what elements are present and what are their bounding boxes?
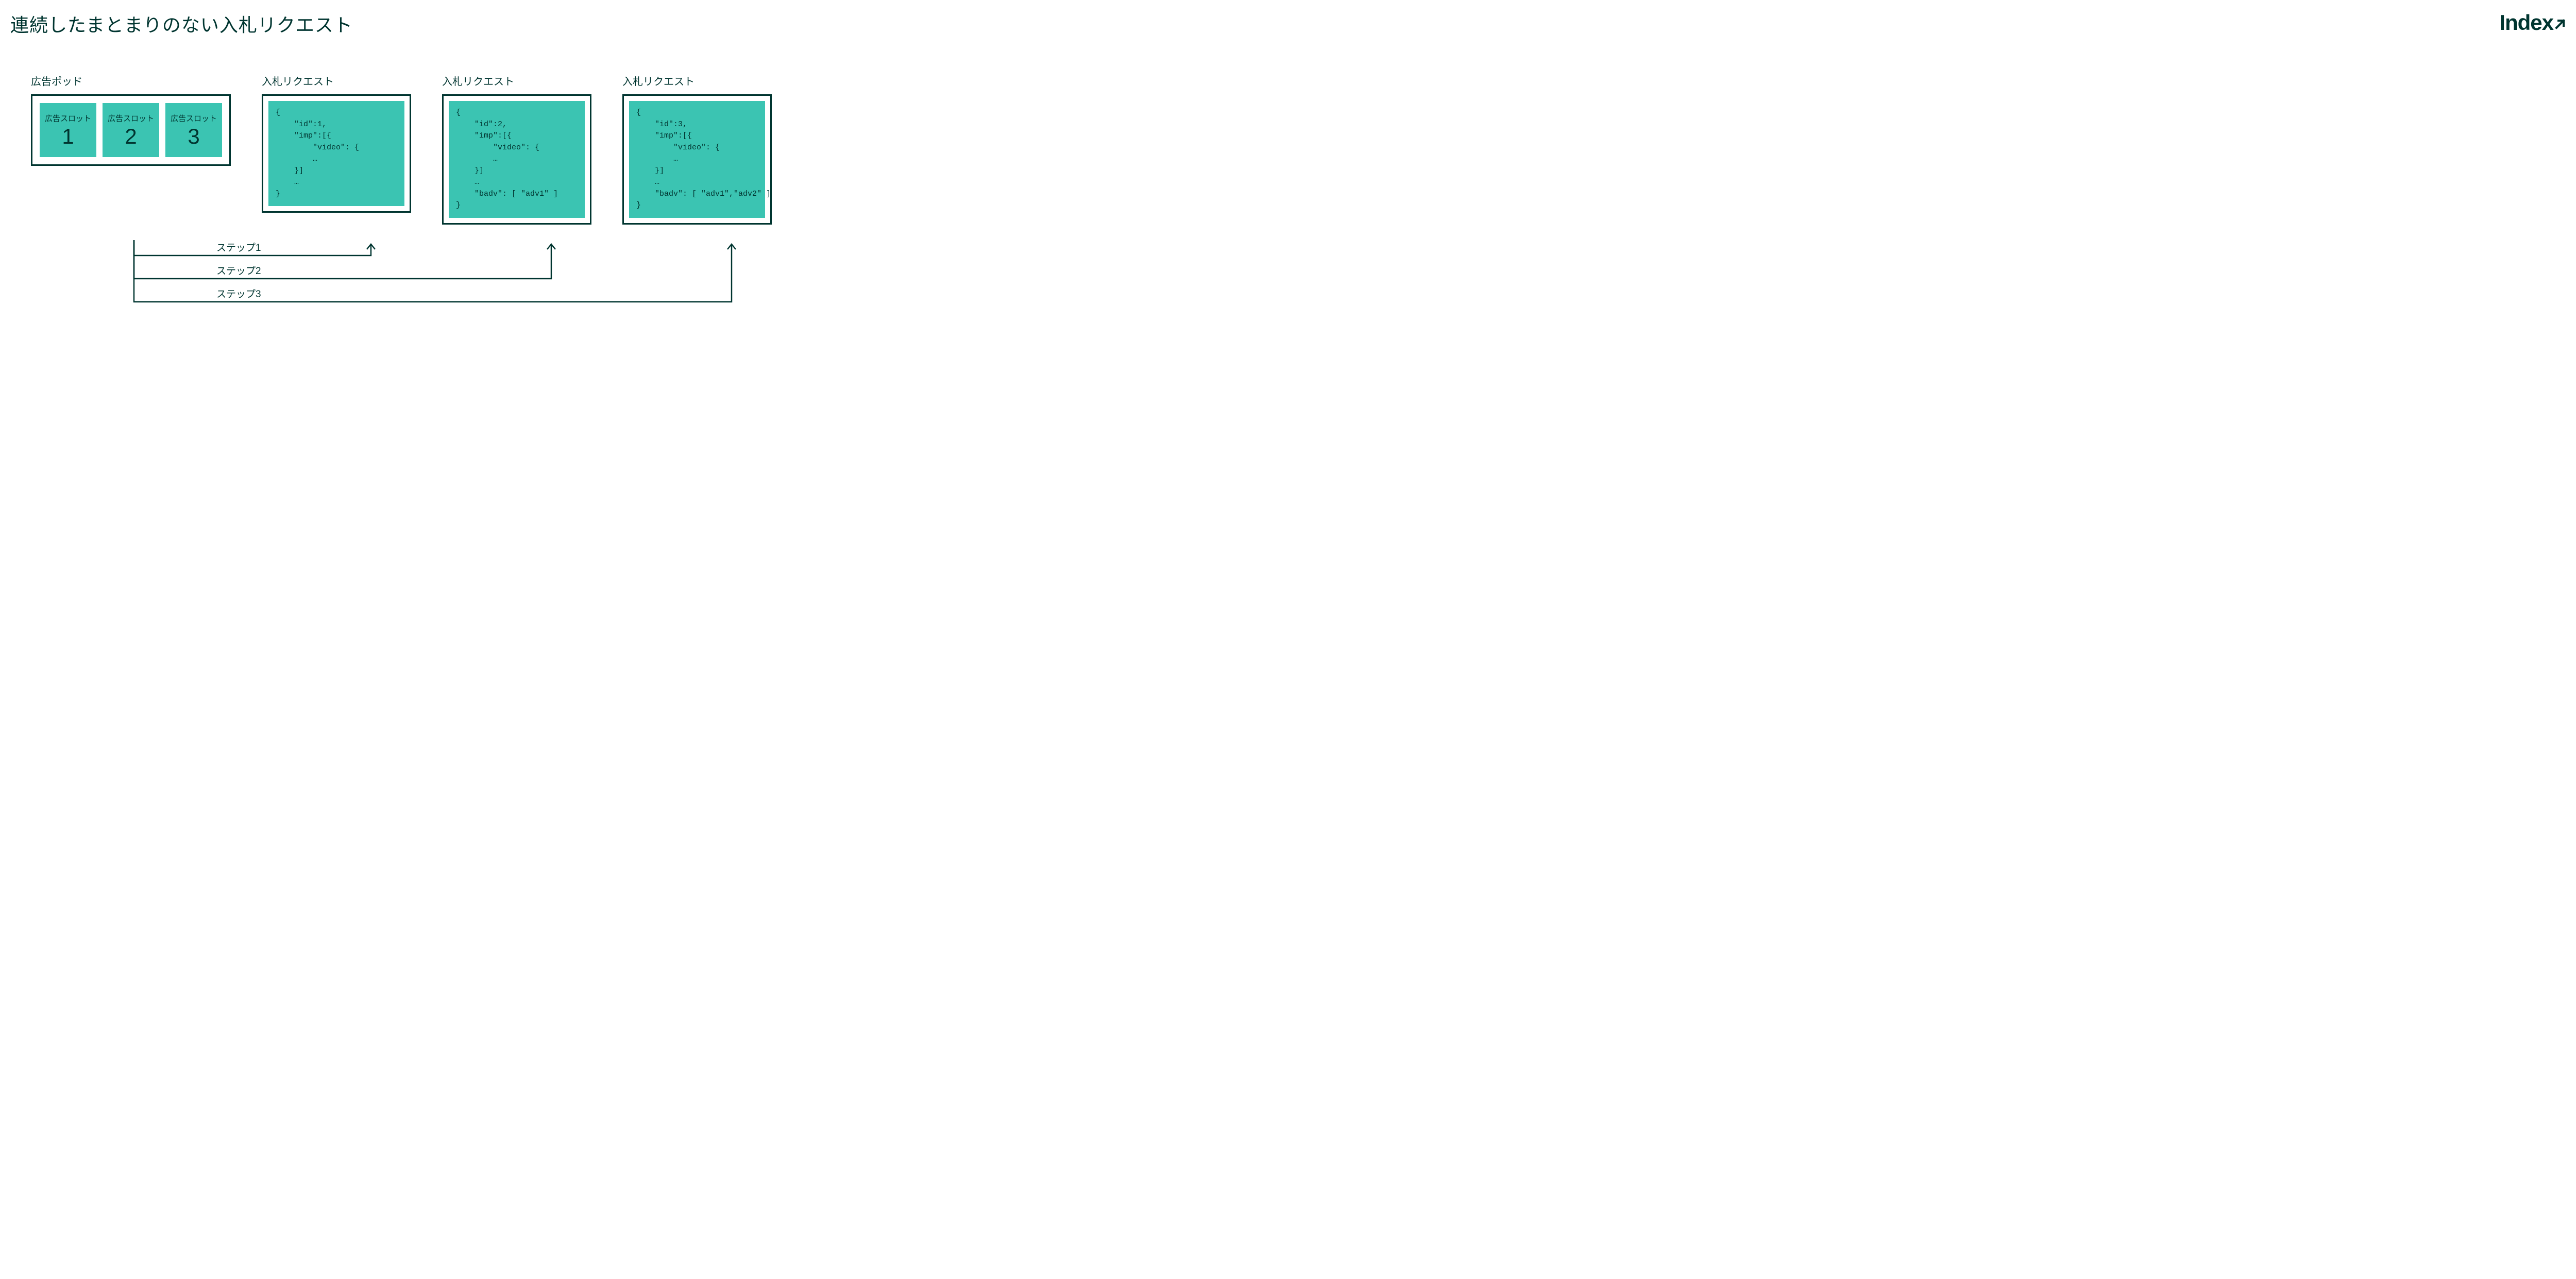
logo-arrow-icon	[2554, 10, 2566, 35]
bid-code: { "id":1, "imp":[{ "video": { … }] … }	[268, 101, 404, 206]
bid-label: 入札リクエスト	[262, 73, 411, 88]
bid-column-1: 入札リクエスト { "id":1, "imp":[{ "video": { … …	[262, 73, 411, 213]
step-2-row: ステップ2	[31, 263, 2566, 286]
ad-slot-1: 広告スロット 1	[40, 103, 96, 157]
bid-code: { "id":2, "imp":[{ "video": { … }] … "ba…	[449, 101, 585, 218]
diagram-content: 広告ポッド 広告スロット 1 広告スロット 2 広告スロット 3 入札リクエスト…	[10, 73, 2566, 225]
page-title: 連続したまとまりのない入札リクエスト	[10, 10, 353, 37]
arrows-area: ステップ1 ステップ2 ステップ3	[10, 240, 2566, 310]
arrow-3-icon	[31, 286, 752, 317]
step-3-row: ステップ3	[31, 286, 2566, 310]
step-1-row: ステップ1	[31, 240, 2566, 263]
bid-column-3: 入札リクエスト { "id":3, "imp":[{ "video": { … …	[622, 73, 772, 225]
adpod-label: 広告ポッド	[31, 73, 231, 88]
bid-label: 入札リクエスト	[442, 73, 591, 88]
bid-code: { "id":3, "imp":[{ "video": { … }] … "ba…	[629, 101, 765, 218]
bid-box-2: { "id":2, "imp":[{ "video": { … }] … "ba…	[442, 94, 591, 225]
adpod-box: 広告スロット 1 広告スロット 2 広告スロット 3	[31, 94, 231, 166]
bid-box-3: { "id":3, "imp":[{ "video": { … }] … "ba…	[622, 94, 772, 225]
slot-label: 広告スロット	[108, 113, 154, 124]
logo-text: Index	[2499, 10, 2553, 35]
bid-box-1: { "id":1, "imp":[{ "video": { … }] … }	[262, 94, 411, 213]
index-logo: Index	[2499, 10, 2566, 35]
bid-column-2: 入札リクエスト { "id":2, "imp":[{ "video": { … …	[442, 73, 591, 225]
slot-label: 広告スロット	[171, 113, 217, 124]
header: 連続したまとまりのない入札リクエスト Index	[10, 10, 2566, 37]
slot-number: 3	[188, 126, 199, 147]
slot-label: 広告スロット	[45, 113, 91, 124]
ad-slot-3: 広告スロット 3	[165, 103, 222, 157]
bid-label: 入札リクエスト	[622, 73, 772, 88]
ad-slot-2: 広告スロット 2	[103, 103, 159, 157]
slot-number: 1	[62, 126, 74, 147]
slot-number: 2	[125, 126, 137, 147]
adpod-column: 広告ポッド 広告スロット 1 広告スロット 2 広告スロット 3	[31, 73, 231, 166]
